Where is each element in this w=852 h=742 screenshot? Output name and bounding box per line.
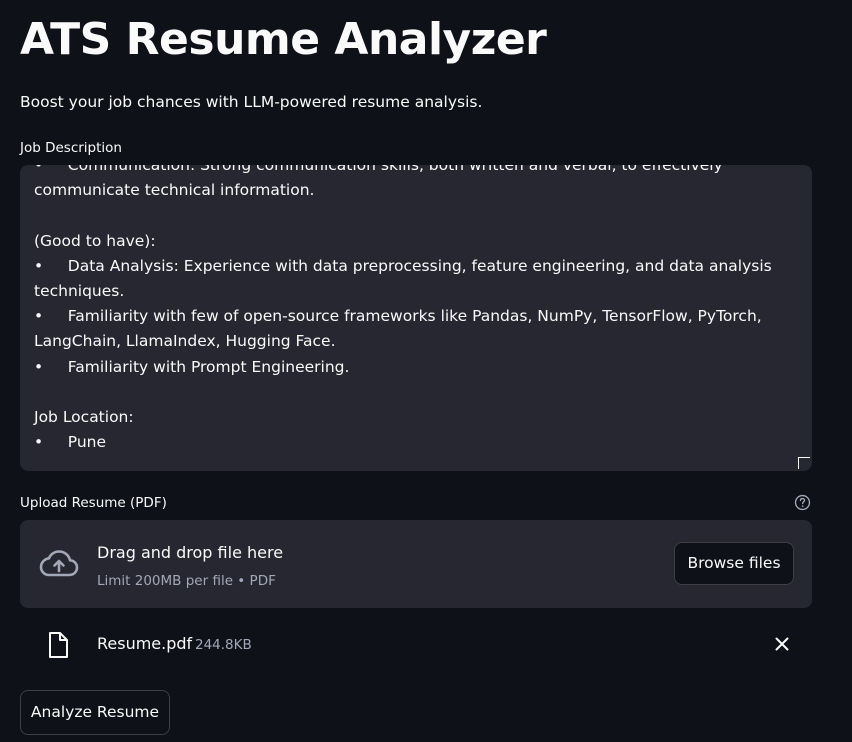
uploaded-file-size: 244.8KB <box>195 637 252 653</box>
cloud-upload-icon <box>39 550 79 577</box>
file-dropzone[interactable]: Drag and drop file here Limit 200MB per … <box>20 520 812 608</box>
dropzone-title: Drag and drop file here <box>97 543 284 562</box>
job-description-text[interactable]: • Communication: Strong communication sk… <box>34 165 798 455</box>
close-icon[interactable] <box>770 632 794 656</box>
app-page: ATS Resume Analyzer Boost your job chanc… <box>0 0 852 742</box>
resize-handle-icon[interactable] <box>798 457 810 469</box>
uploaded-file-row: Resume.pdf 244.8KB <box>20 622 812 666</box>
browse-files-button[interactable]: Browse files <box>674 542 794 585</box>
analyze-resume-button[interactable]: Analyze Resume <box>20 690 170 735</box>
uploaded-file-name: Resume.pdf <box>97 634 193 653</box>
page-title: ATS Resume Analyzer <box>20 14 547 65</box>
file-icon <box>49 632 68 658</box>
upload-resume-label: Upload Resume (PDF) <box>20 495 167 511</box>
job-description-label: Job Description <box>20 140 122 156</box>
dropzone-limit: Limit 200MB per file • PDF <box>97 573 276 589</box>
page-subtitle: Boost your job chances with LLM-powered … <box>20 93 483 111</box>
job-description-textarea[interactable]: • Communication: Strong communication sk… <box>20 165 812 471</box>
question-circle-icon[interactable] <box>794 494 811 511</box>
